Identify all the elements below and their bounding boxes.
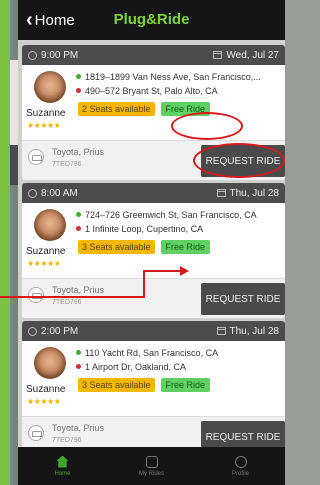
pickup-dot-icon bbox=[76, 350, 81, 355]
driver-name: Suzanne bbox=[26, 108, 66, 119]
page-title: Plug&Ride bbox=[113, 11, 190, 28]
ride-card-body[interactable]: Suzanne ★★★★★ 110 Yacht Rd, San Francisc… bbox=[22, 341, 285, 416]
clock-icon bbox=[28, 188, 37, 198]
navigation-bar: ‹ Home Plug&Ride bbox=[18, 0, 285, 40]
tab-profile-label: Profile bbox=[231, 470, 249, 477]
ride-time: 2:00 PM bbox=[41, 325, 79, 337]
car-model: Toyota, Prius bbox=[52, 285, 105, 295]
driver-avatar bbox=[34, 71, 66, 103]
car-model: Toyota, Prius bbox=[52, 147, 105, 157]
dropoff-address: 1 Airport Dr, Oakland, CA bbox=[76, 362, 281, 372]
calendar-icon bbox=[216, 327, 226, 335]
calendar-icon bbox=[216, 189, 226, 197]
ride-card-header: 8:00 AM Thu, Jul 28 bbox=[22, 183, 285, 203]
pickup-address: 724–726 Greenwich St, San Francisco, CA bbox=[76, 210, 281, 220]
tab-profile[interactable]: Profile bbox=[196, 447, 285, 485]
driver-name: Suzanne bbox=[26, 246, 66, 257]
ride-date: Thu, Jul 28 bbox=[229, 325, 279, 337]
ride-card-header: 9:00 PM Wed, Jul 27 bbox=[22, 45, 285, 65]
car-plate: 7TED796 bbox=[52, 437, 82, 444]
driver-rating: ★★★★★ bbox=[27, 259, 61, 268]
dropoff-address: 1 Infinite Loop, Cupertino, CA bbox=[76, 224, 281, 234]
annotation-arrow bbox=[143, 270, 145, 298]
car-icon bbox=[28, 287, 44, 303]
tab-home-label: Home bbox=[54, 470, 71, 477]
pickup-dot-icon bbox=[76, 212, 81, 217]
clock-icon bbox=[28, 326, 37, 336]
dropoff-dot-icon bbox=[76, 364, 81, 369]
app-screen: ‹ Home Plug&Ride 9:00 PM Wed, Jul 27 Suz… bbox=[18, 0, 285, 485]
ride-card-body[interactable]: Suzanne ★★★★★ 1819–1899 Van Ness Ave, Sa… bbox=[22, 65, 285, 140]
driver-rating: ★★★★★ bbox=[27, 121, 61, 130]
request-ride-button[interactable]: REQUEST RIDE bbox=[201, 283, 285, 315]
ride-card-body[interactable]: Suzanne ★★★★★ 724–726 Greenwich St, San … bbox=[22, 203, 285, 278]
ride-date: Thu, Jul 28 bbox=[229, 187, 279, 199]
car-icon bbox=[145, 455, 158, 468]
driver-avatar bbox=[34, 209, 66, 241]
car-plate: 7TED796 bbox=[52, 299, 82, 306]
profile-icon bbox=[234, 455, 247, 468]
car-model: Toyota, Prius bbox=[52, 423, 105, 433]
ride-date: Wed, Jul 27 bbox=[226, 49, 279, 61]
car-icon bbox=[28, 425, 44, 441]
driver-avatar bbox=[34, 347, 66, 379]
tab-my-rides-label: My Rides bbox=[138, 470, 164, 477]
calendar-icon bbox=[213, 51, 223, 59]
pickup-dot-icon bbox=[76, 74, 81, 79]
dropoff-dot-icon bbox=[76, 226, 81, 231]
background-green-stripe bbox=[0, 0, 10, 485]
ride-card-header: 2:00 PM Thu, Jul 28 bbox=[22, 321, 285, 341]
home-icon bbox=[56, 455, 69, 468]
car-icon bbox=[28, 149, 44, 165]
annotation-arrow bbox=[143, 270, 180, 272]
tab-bar: Home My Rides Profile bbox=[18, 447, 285, 485]
annotation-circle-free-ride bbox=[171, 112, 243, 140]
free-ride-badge: Free Ride bbox=[160, 240, 211, 254]
ride-card: 2:00 PM Thu, Jul 28 Suzanne ★★★★★ 110 Ya… bbox=[22, 321, 285, 456]
ride-time: 9:00 PM bbox=[41, 49, 79, 61]
clock-icon bbox=[28, 50, 37, 60]
pickup-address: 1819–1899 Van Ness Ave, San Francisco,..… bbox=[76, 72, 281, 82]
tab-home[interactable]: Home bbox=[18, 447, 107, 485]
arrow-right-icon bbox=[180, 266, 189, 276]
ride-time: 8:00 AM bbox=[41, 187, 78, 199]
seats-badge: 3 Seats available bbox=[78, 378, 155, 392]
car-plate: 7TED796 bbox=[52, 161, 82, 168]
driver-name: Suzanne bbox=[26, 384, 66, 395]
ride-card-footer: Toyota, Prius 7TED796 REQUEST RIDE bbox=[22, 278, 285, 318]
annotation-arrow bbox=[0, 296, 145, 298]
annotation-circle-request-ride bbox=[193, 143, 285, 178]
tab-my-rides[interactable]: My Rides bbox=[107, 447, 196, 485]
seats-badge: 3 Seats available bbox=[78, 240, 155, 254]
seats-badge: 2 Seats available bbox=[78, 102, 155, 116]
pickup-address: 110 Yacht Rd, San Francisco, CA bbox=[76, 348, 281, 358]
dropoff-address: 490–572 Bryant St, Palo Alto, CA bbox=[76, 86, 281, 96]
free-ride-badge: Free Ride bbox=[160, 378, 211, 392]
dropoff-dot-icon bbox=[76, 88, 81, 93]
driver-rating: ★★★★★ bbox=[27, 397, 61, 406]
